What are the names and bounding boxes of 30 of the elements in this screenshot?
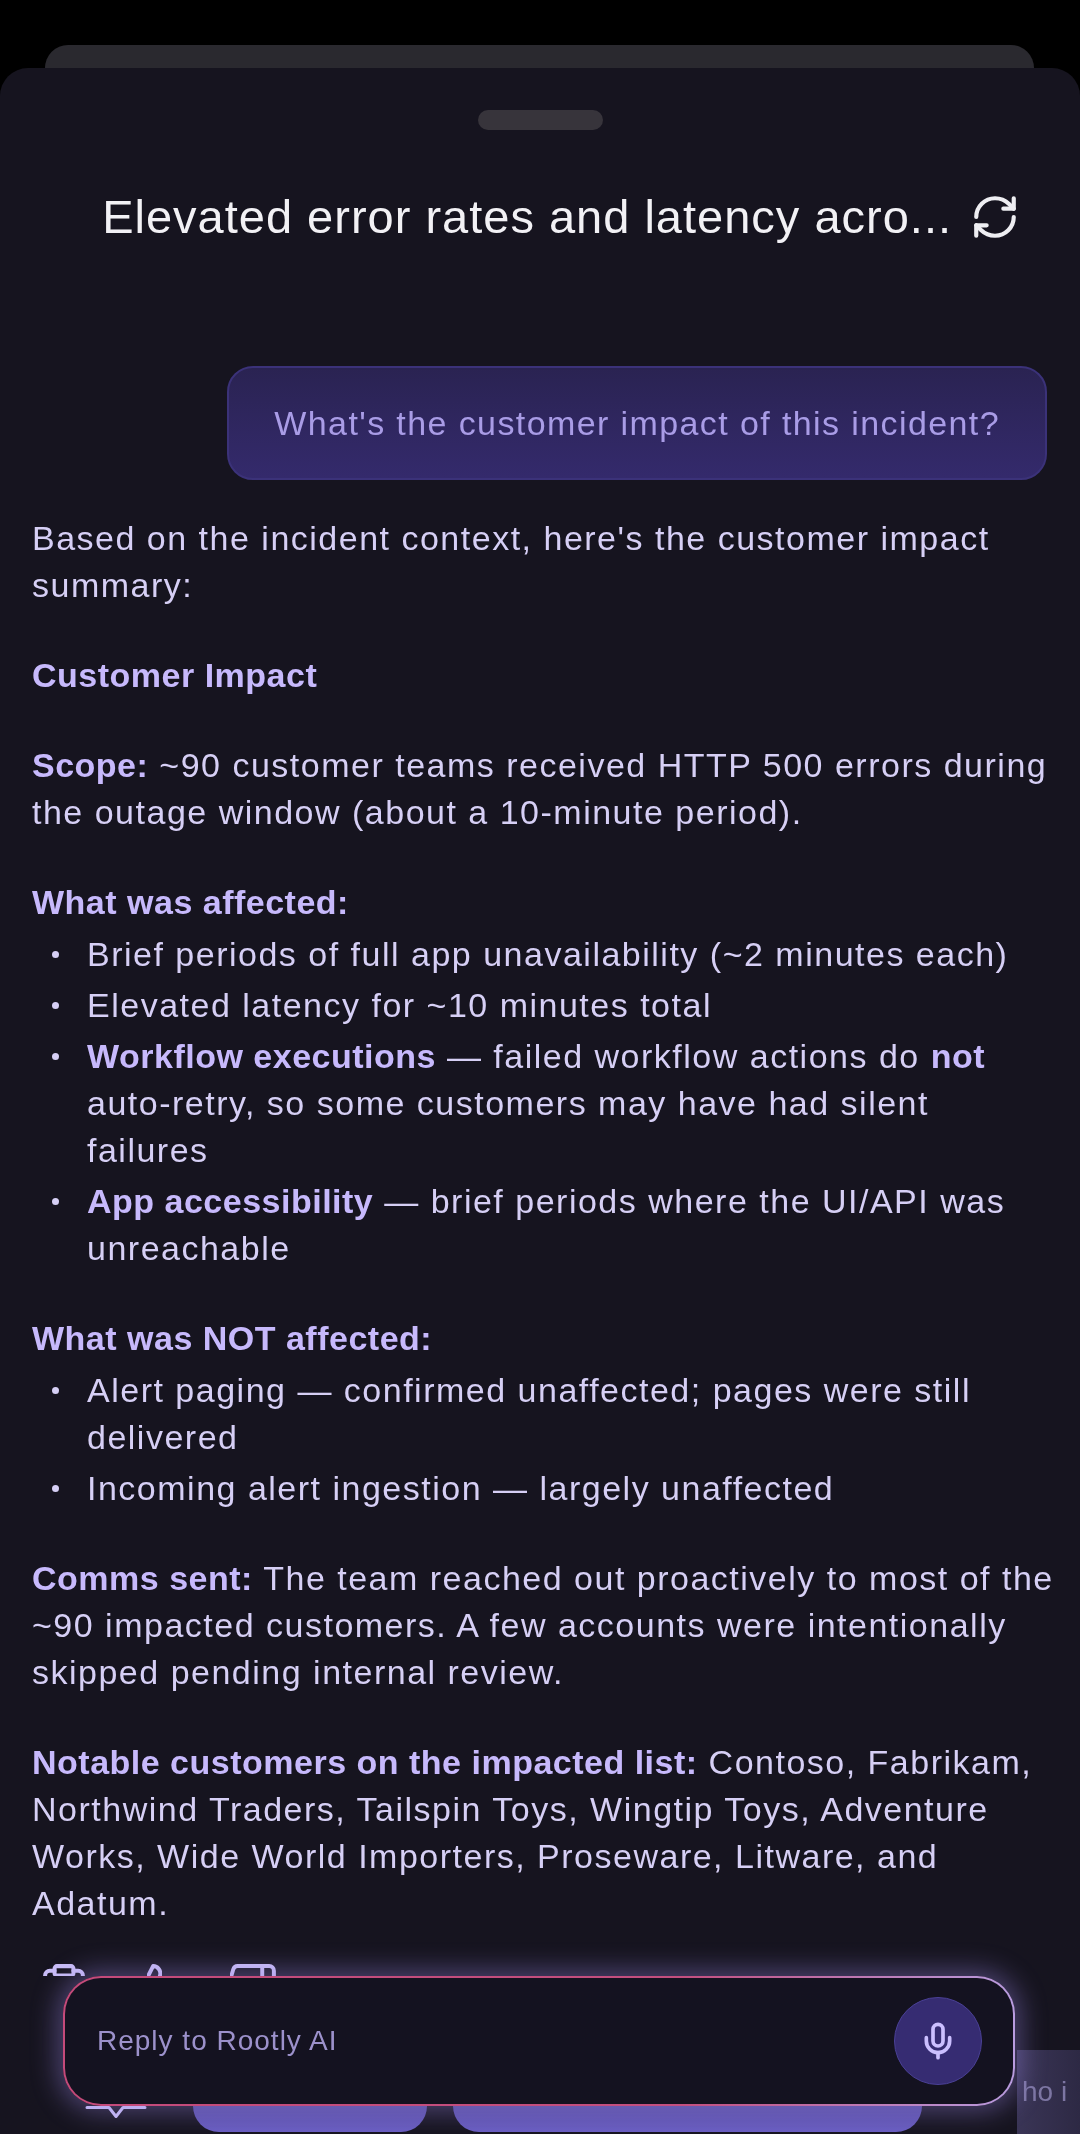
user-message: What's the customer impact of this incident? (227, 366, 1047, 480)
list-item-text: Alert paging — confirmed unaffected; pages were still delivered (87, 1370, 972, 1458)
section-heading: What was NOT affected: (32, 1318, 434, 1359)
reply-input[interactable]: Reply to Rootly AI (97, 2021, 894, 2061)
bullet-icon (52, 1198, 59, 1205)
list-item-text: App accessibility — brief periods where the UI/API was unreachable (87, 1181, 1007, 1269)
section-heading: What was affected: (32, 882, 350, 923)
list-item-text: Incoming alert ingestion — largely unaffected (87, 1468, 836, 1509)
suggestion-chip[interactable] (193, 2106, 427, 2132)
chat-title: Elevated error rates and latency acro... (102, 189, 952, 245)
suggestion-chip[interactable]: ho i (1017, 2050, 1080, 2134)
answer-paragraph: Based on the incident context, here's the customer impact summary: (32, 518, 991, 606)
bullet-icon (52, 1002, 59, 1009)
list-item-text: Workflow executions — failed workflow actions do not auto-retry, so some customers may have had silent failures (87, 1036, 987, 1171)
bullet-icon (52, 1387, 59, 1394)
drag-handle[interactable] (477, 110, 603, 130)
list-item-text: Brief periods of full app unavailability (~2 minutes each) (87, 934, 1010, 975)
answer-paragraph: Scope: ~90 customer teams received HTTP 500 errors during the outage window (about a 10-minute period). (32, 745, 1049, 833)
thumbs-up-icon[interactable] (147, 1964, 162, 1976)
speech-bubble-icon (85, 2106, 147, 2118)
section-heading: Customer Impact (32, 655, 319, 696)
answer-paragraph: Comms sent: The team reached out proactively to most of the ~90 impacted customers. A few accounts were intentionally skipped pending internal review. (32, 1558, 1055, 1693)
thumbs-down-icon[interactable] (230, 1964, 276, 1976)
bullet-icon (52, 1485, 59, 1492)
bullet-icon (52, 951, 59, 958)
bullet-icon (52, 1053, 59, 1060)
answer-paragraph: Notable customers on the impacted list: Contoso, Fabrikam, Northwind Traders, Tailspin Toys, Wingtip Toys, Adventure Works, Wide World Importers, Proseware, Litware, and Adatum. (32, 1742, 1034, 1924)
suggestion-chip[interactable] (453, 2106, 922, 2132)
clipboard-icon[interactable] (43, 1964, 85, 1976)
list-item-text: Elevated latency for ~10 minutes total (87, 985, 713, 1026)
